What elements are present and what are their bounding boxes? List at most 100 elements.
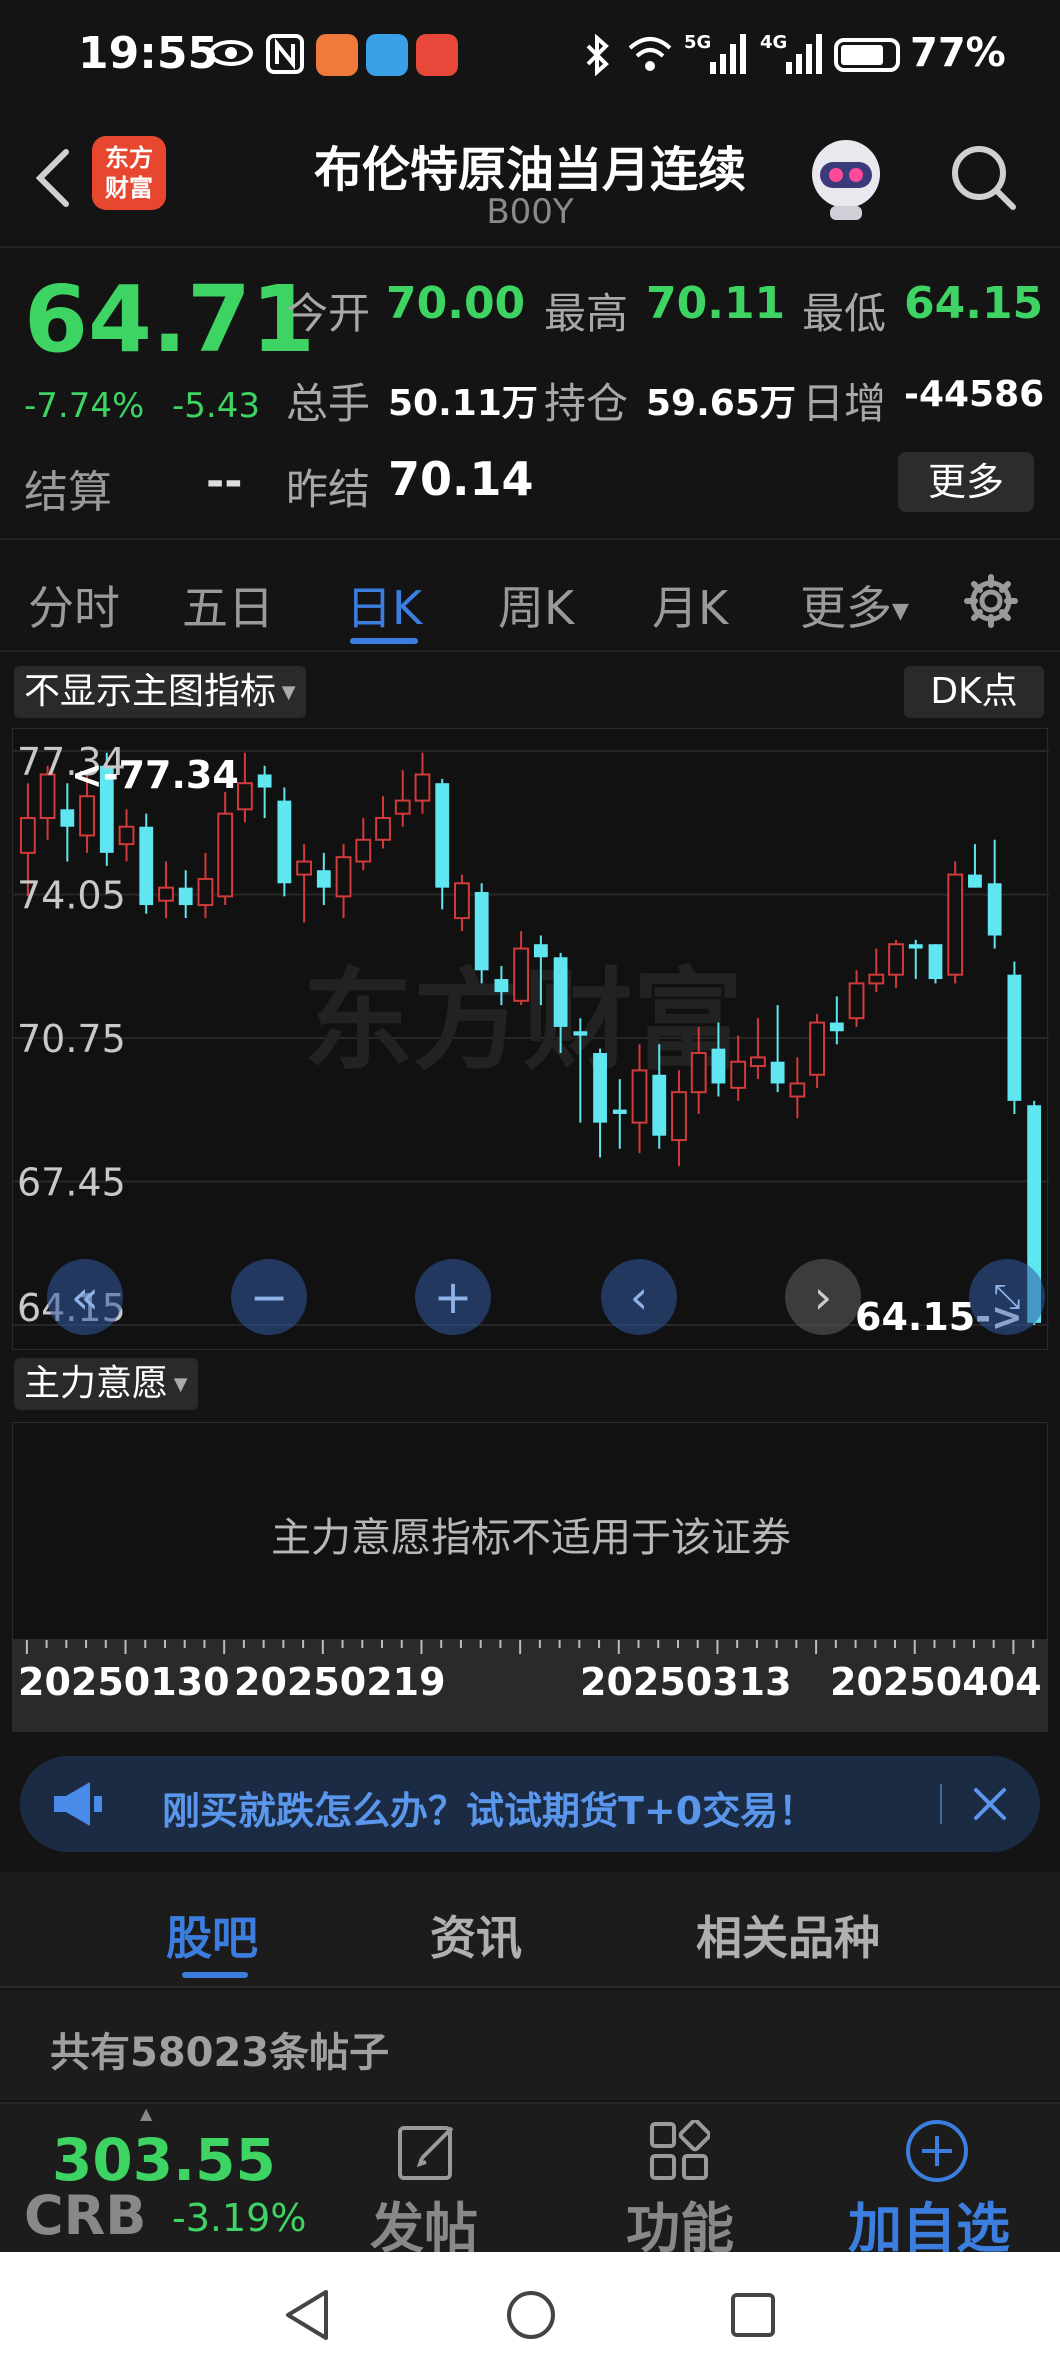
tab-five-day[interactable]: 五日 [182,572,274,638]
jump-first-button[interactable]: « [47,1259,123,1335]
candle-body [928,944,943,980]
weather-icon [366,34,408,76]
bluetooth-icon [584,34,612,76]
community-tabs: 股吧 资讯 相关品种 [0,1872,1060,1988]
index-change: -3.19% [172,2196,307,2240]
sub-indicator-panel: 主力意愿指标不适用于该证券 [12,1422,1048,1640]
add-favorite-button[interactable]: 加自选 [830,2104,1050,2260]
caret-down-icon: ▼ [168,1374,188,1395]
open-label: 今开 [286,289,371,338]
tab-related[interactable]: 相关品种 [696,1902,880,1968]
candle-body [533,944,548,958]
candle-body [277,800,292,884]
dk-points-button[interactable]: DK点 [904,666,1044,718]
search-icon[interactable] [944,138,1024,218]
battery-percent: 77% [910,30,1006,76]
zoom-out-button[interactable]: − [231,1259,307,1335]
candle-body [435,783,450,888]
candle-body [375,817,391,841]
candle-body [968,874,982,888]
high-value: 70.11 [646,278,786,329]
index-ticker[interactable]: ▲ 303.55 CRB -3.19% [0,2104,330,2254]
5g-signal-icon: 5G [684,32,750,76]
low-label: 最低 [802,289,887,338]
more-quote-button[interactable]: 更多 [898,452,1034,512]
candle-body [394,799,411,815]
post-button[interactable]: 发帖 [340,2104,520,2260]
robot-assistant-icon[interactable] [800,132,892,224]
candle-body [770,1061,785,1084]
candle-body [139,826,154,906]
scroll-right-button[interactable]: › [785,1259,861,1335]
system-nav-bar [0,2252,1060,2376]
tab-weekly-k[interactable]: 周K [498,572,574,638]
battery-icon [834,38,900,72]
daily-increase-value: -44586 [904,374,1045,415]
open-interest-label: 持仓 [544,379,629,428]
close-icon[interactable] [962,1776,1018,1832]
daily-increase-label: 日增 [802,379,887,428]
date-ticks [25,1640,1035,1654]
wifi-icon [626,34,674,74]
eye-icon [208,38,254,68]
candle-body [494,979,509,993]
candle-body [513,947,530,1002]
indicator-message: 主力意愿指标不适用于该证券 [271,1515,791,1561]
candle-body [987,883,1002,936]
candle-body [158,886,174,902]
candle-body [947,873,964,976]
settle-value: -- [206,456,243,507]
kline-chart[interactable]: 东方财富 77.3474.0570.7567.4564.15 <-77.34 6… [12,728,1049,1350]
candle-body [118,825,135,846]
sub-indicator-select[interactable]: 主力意愿 ▼ [14,1358,198,1410]
page-title: 布伦特原油当月连续 [313,142,746,198]
candle-body [474,891,489,971]
tab-intraday[interactable]: 分时 [28,572,120,638]
function-button[interactable]: 功能 [590,2104,770,2260]
candle-body [414,773,431,802]
tab-guba[interactable]: 股吧 [166,1902,258,1968]
candle-body [829,1022,844,1032]
change-percent: -7.74% [24,386,145,426]
candle-body [1007,974,1022,1101]
nfc-icon [266,34,304,74]
candle-body [178,887,193,906]
nav-back-icon[interactable] [282,2288,332,2342]
caret-down-icon: ▼ [892,599,909,624]
candle-body [888,943,904,976]
nav-recents-icon[interactable] [728,2290,778,2340]
tab-more[interactable]: 更多▼ [800,572,909,638]
y-axis-label: 70.75 [17,1017,126,1061]
main-indicator-select[interactable]: 不显示主图指标 ▼ [14,666,306,718]
candle-body [711,1048,726,1084]
back-icon[interactable] [22,140,82,216]
scroll-left-button[interactable]: ‹ [601,1259,677,1335]
last-price: 64.71 [24,266,316,373]
volume-label: 总手 [286,379,371,428]
promo-banner[interactable]: 刚买就跌怎么办？试试期货T+0交易！ [20,1756,1040,1852]
tab-monthly-k[interactable]: 月K [652,572,728,638]
quote-panel: 64.71 -7.74% -5.43 结算 -- 今开 70.00 最高 70.… [0,250,1060,540]
settings-icon[interactable] [958,568,1024,634]
fullscreen-button[interactable]: ⤡ [969,1259,1045,1335]
volume-value: 50.11万 [388,383,538,424]
candle-body [671,1091,687,1142]
app-logo: 东方财富 [92,136,166,210]
plus-circle-icon [904,2118,970,2184]
candle-body [690,1052,707,1094]
tab-daily-k[interactable]: 日K [346,572,422,638]
zoom-in-button[interactable]: + [415,1259,491,1335]
candle-body [257,774,272,788]
tab-news[interactable]: 资讯 [430,1902,522,1968]
tab-active-indicator [182,1972,248,1978]
tab-active-indicator [350,638,418,644]
y-axis-label: 67.45 [17,1161,126,1205]
change-amount: -5.43 [172,386,260,426]
candle-body [593,1053,607,1123]
candle-body [573,1031,588,1036]
candle-body [335,856,352,898]
nav-home-icon[interactable] [504,2288,558,2342]
prev-settle-value: 70.14 [388,452,534,506]
candle-body [749,1056,766,1068]
date-label: 20250219 [234,1660,446,1704]
